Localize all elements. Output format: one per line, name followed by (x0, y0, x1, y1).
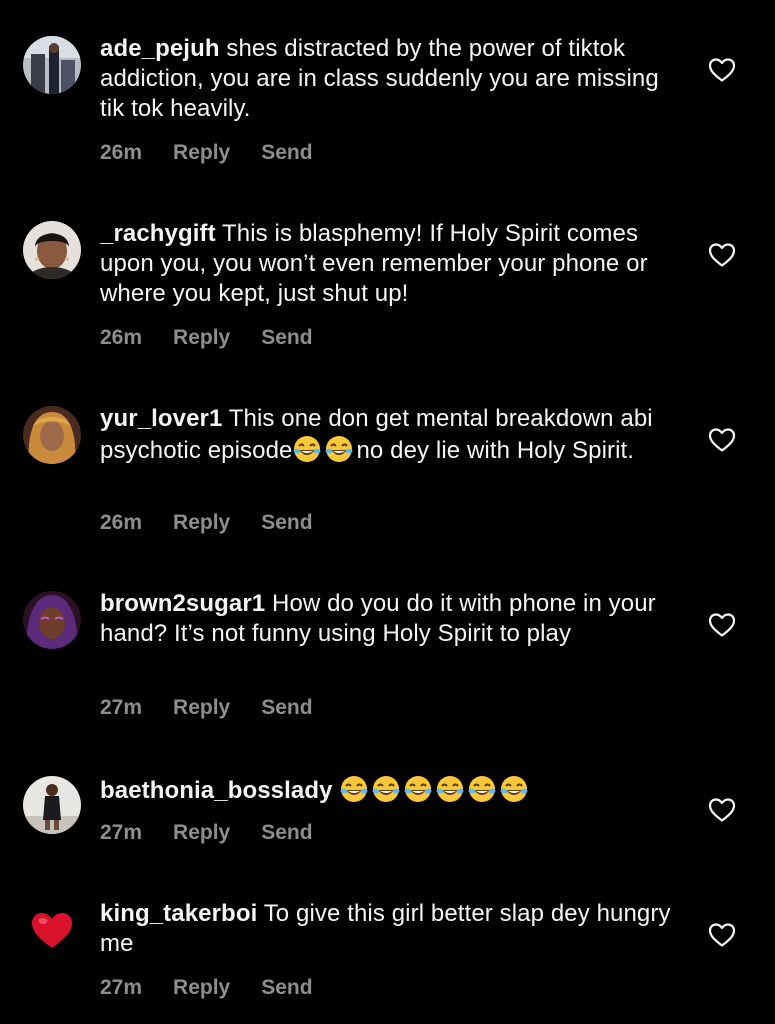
comment-body: king_takerboi To give this girl better s… (100, 899, 675, 959)
face-with-tears-of-joy-icon (435, 774, 465, 804)
comment-meta: 26m Reply Send (100, 141, 313, 165)
comment-timestamp: 27m (100, 821, 143, 844)
face-with-tears-of-joy-icon (371, 774, 401, 804)
reply-button[interactable]: Reply (173, 696, 230, 720)
heart-outline-icon (708, 58, 736, 82)
like-button[interactable] (708, 797, 736, 823)
comment-timestamp: 27m (100, 696, 143, 719)
comment-body: ade_pejuh shes distracted by the power o… (100, 34, 675, 124)
avatar-photo-icon (23, 36, 81, 94)
like-button[interactable] (708, 612, 736, 638)
comment-username[interactable]: brown2sugar1 (100, 590, 265, 617)
comment-timestamp: 26m (100, 326, 143, 349)
comment-username[interactable]: _rachygift (100, 220, 216, 247)
comment-meta: 27m Reply Send (100, 976, 313, 1000)
face-with-tears-of-joy-icon (467, 774, 497, 804)
comment-text: no dey lie with Holy Spirit. (356, 437, 635, 464)
send-button[interactable]: Send (261, 696, 312, 720)
face-with-tears-of-joy-icon (292, 434, 322, 464)
comment-username[interactable]: baethonia_bosslady (100, 777, 333, 804)
red-heart-avatar-icon (23, 901, 81, 959)
heart-outline-icon (708, 428, 736, 452)
avatar[interactable] (23, 406, 81, 464)
comment-body: baethonia_bosslady (100, 774, 675, 806)
comment-body: brown2sugar1 How do you do it with phone… (100, 589, 675, 649)
send-button[interactable]: Send (261, 141, 312, 165)
send-button[interactable]: Send (261, 976, 312, 1000)
heart-outline-icon (708, 923, 736, 947)
like-button[interactable] (708, 427, 736, 453)
avatar-photo-icon (23, 776, 81, 834)
comment-meta: 27m Reply Send (100, 696, 313, 720)
comment-username[interactable]: king_takerboi (100, 900, 257, 927)
comment-body: yur_lover1 This one don get mental break… (100, 404, 675, 466)
face-with-tears-of-joy-icon (324, 434, 354, 464)
comment-username[interactable]: ade_pejuh (100, 35, 220, 62)
avatar[interactable] (23, 36, 81, 94)
like-button[interactable] (708, 922, 736, 948)
reply-button[interactable]: Reply (173, 141, 230, 165)
reply-button[interactable]: Reply (173, 976, 230, 1000)
heart-outline-icon (708, 243, 736, 267)
like-button[interactable] (708, 57, 736, 83)
avatar[interactable] (23, 776, 81, 834)
like-button[interactable] (708, 242, 736, 268)
avatar-photo-icon (23, 591, 81, 649)
heart-outline-icon (708, 798, 736, 822)
comment-username[interactable]: yur_lover1 (100, 405, 222, 432)
send-button[interactable]: Send (261, 326, 312, 350)
reply-button[interactable]: Reply (173, 511, 230, 535)
comment-timestamp: 26m (100, 511, 143, 534)
comment-timestamp: 26m (100, 141, 143, 164)
avatar-photo-icon (23, 221, 81, 279)
avatar-photo-icon (23, 406, 81, 464)
face-with-tears-of-joy-icon (403, 774, 433, 804)
avatar[interactable] (23, 591, 81, 649)
avatar[interactable] (23, 221, 81, 279)
comment-meta: 26m Reply Send (100, 326, 313, 350)
send-button[interactable]: Send (261, 511, 312, 535)
send-button[interactable]: Send (261, 821, 312, 845)
comment-meta: 27m Reply Send (100, 821, 313, 845)
face-with-tears-of-joy-icon (339, 774, 369, 804)
comment-meta: 26m Reply Send (100, 511, 313, 535)
heart-outline-icon (708, 613, 736, 637)
avatar[interactable] (23, 901, 81, 959)
comment-timestamp: 27m (100, 976, 143, 999)
reply-button[interactable]: Reply (173, 821, 230, 845)
face-with-tears-of-joy-icon (499, 774, 529, 804)
reply-button[interactable]: Reply (173, 326, 230, 350)
comment-body: _rachygift This is blasphemy! If Holy Sp… (100, 219, 675, 309)
